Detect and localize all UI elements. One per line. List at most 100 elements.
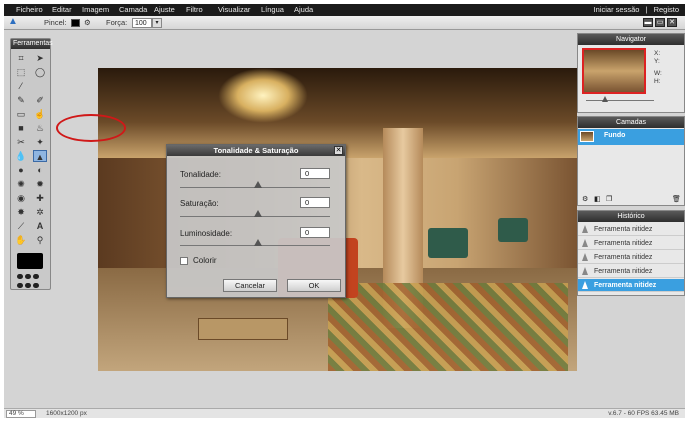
layer-mask-icon[interactable]: ◧	[594, 195, 601, 203]
strength-dropdown-icon[interactable]: ▾	[152, 18, 162, 28]
text-icon[interactable]: A	[33, 220, 47, 232]
smudge-icon[interactable]: ☝	[33, 108, 47, 120]
move-icon[interactable]: ➤	[33, 52, 47, 64]
layer-row[interactable]: Fundo	[578, 129, 684, 145]
layer-settings-icon[interactable]: ⚙	[582, 195, 588, 203]
ok-button[interactable]: OK	[287, 279, 341, 292]
minimize-button[interactable]: ▬	[643, 18, 653, 27]
zoom-input[interactable]: 49 %	[6, 410, 36, 418]
spot-heal-icon[interactable]: ✚	[33, 192, 47, 204]
lightness-slider-thumb[interactable]	[254, 239, 262, 246]
history-item-label: Ferramenta nitidez	[594, 240, 653, 247]
preset-dot[interactable]	[17, 274, 23, 279]
pinch-icon[interactable]: ✸	[14, 206, 28, 218]
colorize-checkbox[interactable]	[180, 257, 188, 265]
menu-ajuste[interactable]: Ajuste	[154, 5, 175, 14]
account-separator: |	[645, 5, 648, 14]
color-swatch[interactable]	[17, 253, 43, 269]
tool-options-bar: ▲ Pincel: ⚙ Força: 100 ▾ ▬ ▭ ✕	[4, 16, 685, 30]
burn-icon[interactable]: ◐	[33, 164, 47, 176]
brush-options-icon[interactable]: ⚙	[84, 18, 91, 27]
bucket-icon[interactable]: ♨	[33, 122, 47, 134]
navigator-zoom-thumb[interactable]	[602, 96, 608, 102]
navigator-x-label: X:	[654, 50, 661, 57]
history-item-label: Ferramenta nitidez	[594, 282, 657, 289]
photo-chair	[428, 228, 468, 258]
cancel-button[interactable]: Cancelar	[223, 279, 277, 292]
sharpen-icon[interactable]: ▲	[33, 150, 47, 162]
navigator-zoom-track[interactable]	[586, 100, 654, 101]
menu-imagem[interactable]: Imagem	[82, 5, 109, 14]
layers-panel: Camadas Fundo ⚙ ◧ ❐ 🗑	[577, 116, 685, 206]
history-panel: Histórico Ferramenta nitidez Ferramenta …	[577, 210, 685, 296]
menu-filtro[interactable]: Filtro	[186, 5, 203, 14]
zoom-icon[interactable]: ⚲	[33, 234, 47, 246]
version-info: v.6.7 - 60 FPS 63.45 MB	[608, 410, 679, 417]
brush-icon[interactable]: ✐	[33, 94, 47, 106]
account-links: Iniciar sessão | Registo	[594, 5, 679, 14]
history-item[interactable]: Ferramenta nitidez	[578, 223, 684, 236]
photo-table	[198, 318, 288, 340]
history-item[interactable]: Ferramenta nitidez	[578, 237, 684, 250]
red-eye-icon[interactable]: ◉	[14, 192, 28, 204]
hue-slider-thumb[interactable]	[254, 181, 262, 188]
hue-input[interactable]: 0	[300, 168, 330, 179]
menu-lingua[interactable]: Língua	[261, 5, 284, 14]
preset-dot[interactable]	[25, 274, 31, 279]
maximize-button[interactable]: ▭	[655, 18, 665, 27]
hand-icon[interactable]: ✋	[14, 234, 28, 246]
saturation-slider-thumb[interactable]	[254, 210, 262, 217]
brush-swatch[interactable]	[71, 19, 80, 27]
saturation-label: Saturação:	[180, 199, 219, 208]
register-link[interactable]: Registo	[654, 5, 679, 14]
strength-label: Força:	[106, 18, 128, 27]
menu-editar[interactable]: Editar	[52, 5, 72, 14]
blur-icon[interactable]: 💧	[14, 150, 28, 162]
delete-layer-icon[interactable]: 🗑	[672, 195, 681, 203]
dodge-icon[interactable]: ●	[14, 164, 28, 176]
preset-dot[interactable]	[17, 283, 23, 288]
navigator-thumbnail[interactable]	[582, 48, 646, 94]
magic-wand-icon[interactable]: ⁄	[14, 80, 28, 92]
layer-name: Fundo	[604, 132, 626, 139]
history-item[interactable]: Ferramenta nitidez	[578, 251, 684, 264]
eraser-icon[interactable]: ▭	[14, 108, 28, 120]
noise-icon[interactable]: ✲	[33, 206, 47, 218]
history-item-selected[interactable]: Ferramenta nitidez	[578, 279, 684, 292]
color-picker-icon[interactable]: ⟋	[14, 220, 28, 232]
sponge-icon[interactable]: ✺	[14, 178, 28, 190]
layers-title: Camadas	[578, 117, 684, 128]
menu-ajuda[interactable]: Ajuda	[294, 5, 313, 14]
pencil-icon[interactable]: ✎	[14, 94, 28, 106]
preset-dot[interactable]	[33, 274, 39, 279]
brush-label: Pincel:	[44, 18, 67, 27]
marquee-icon[interactable]: ⬚	[14, 66, 28, 78]
menu-ficheiro[interactable]: Ficheiro	[16, 5, 43, 14]
saturation-input[interactable]: 0	[300, 197, 330, 208]
crop-icon[interactable]: ⌗	[14, 52, 28, 64]
gradient-icon[interactable]: ■	[14, 122, 28, 134]
photo-rug	[328, 283, 568, 371]
preset-dot[interactable]	[25, 283, 31, 288]
navigator-h-label: H:	[654, 78, 661, 85]
navigator-w-label: W:	[654, 70, 662, 77]
login-link[interactable]: Iniciar sessão	[594, 5, 640, 14]
lasso-icon[interactable]: ◯	[33, 66, 47, 78]
close-button[interactable]: ✕	[667, 18, 677, 27]
preset-dot[interactable]	[33, 283, 39, 288]
history-item[interactable]: Ferramenta nitidez	[578, 265, 684, 278]
new-layer-icon[interactable]: ❐	[606, 195, 612, 203]
dialog-close-icon[interactable]: ✕	[334, 146, 343, 155]
history-title: Histórico	[578, 211, 684, 222]
strength-input[interactable]: 100	[132, 18, 152, 28]
menu-camada[interactable]: Camada	[119, 5, 147, 14]
color-presets[interactable]	[16, 273, 46, 291]
lightness-input[interactable]: 0	[300, 227, 330, 238]
sharpen-icon	[582, 267, 588, 275]
replace-color-icon[interactable]: ✦	[33, 136, 47, 148]
sharpen-icon	[582, 253, 588, 261]
menu-visualizar[interactable]: Visualizar	[218, 5, 250, 14]
bloat-icon[interactable]: ✹	[33, 178, 47, 190]
clone-icon[interactable]: ✂	[14, 136, 28, 148]
photo-chandelier	[218, 68, 308, 123]
